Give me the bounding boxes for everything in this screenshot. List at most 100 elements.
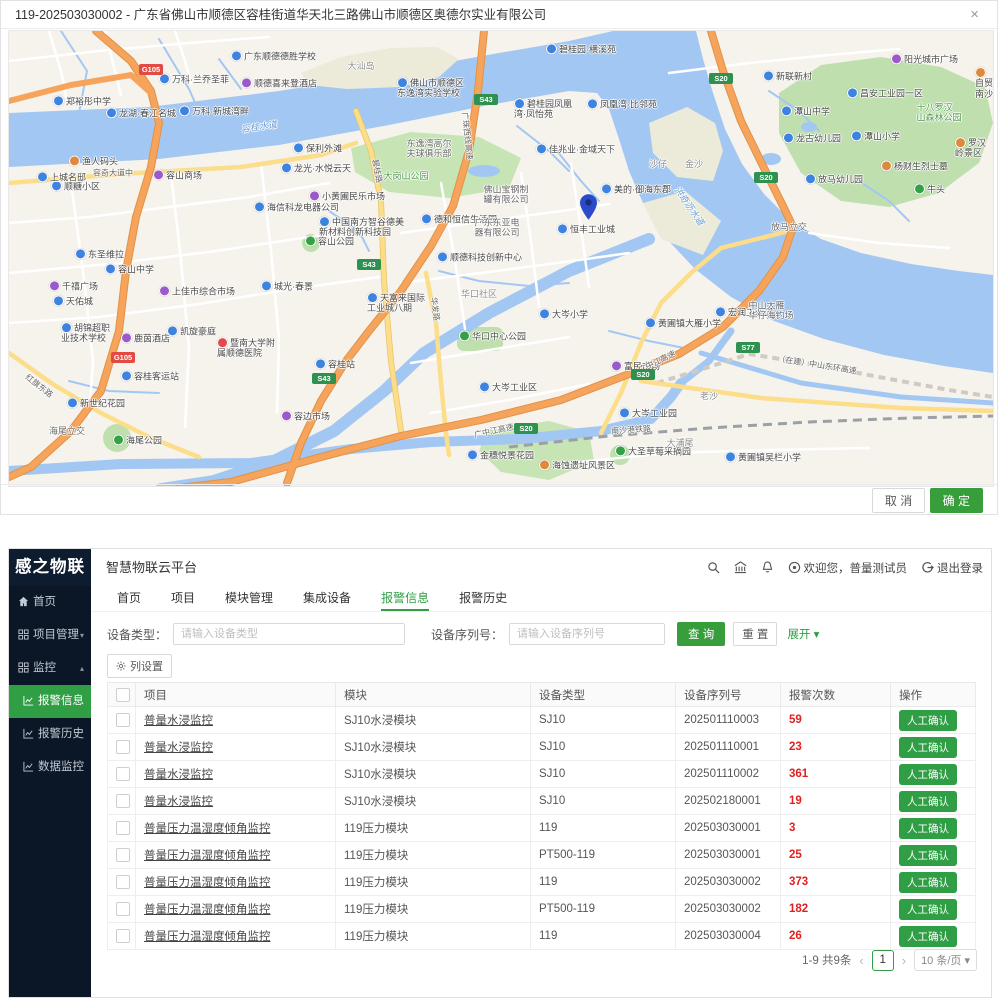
serial-input[interactable] [509,623,665,645]
map-label: 天佑城 [53,295,93,306]
project-link[interactable]: 普量水浸监控 [144,796,213,808]
tab-alarm-history[interactable]: 报警历史 [459,586,507,611]
organization-icon[interactable] [734,561,747,574]
chart-icon [23,761,34,772]
user-welcome[interactable]: 欢迎您，普量测试员 [788,560,908,576]
app-logo: 感之物联 [9,549,91,586]
manual-confirm-button[interactable]: 人工确认 [899,737,957,758]
map-canvas[interactable]: 郑裕彤中学顺糖小区龙湖·春江名城万科·兰乔圣菲广东顺德德胜学校顺德喜来登酒店万科… [8,30,994,487]
map-label: 容山中学 [105,263,154,274]
sidebar-item-home[interactable]: 首页 [9,586,91,619]
table-cell: SJ10 [531,734,676,761]
search-icon[interactable] [707,561,720,574]
map-label: 天富来国际 工业城八期 [367,292,425,314]
map-label: 龙湖·春江名城 [106,107,176,118]
reset-button[interactable]: 重 置 [733,622,777,646]
table-cell: 202502180001 [676,788,781,815]
map-label: 金穗悦景花园 [467,449,534,460]
road-shield: G105 [111,352,135,363]
map-label: 容桂客运站 [121,370,179,381]
device-type-input[interactable] [173,623,405,645]
project-link[interactable]: 普量压力温湿度倾角监控 [144,850,271,862]
project-link[interactable]: 普量水浸监控 [144,769,213,781]
project-link[interactable]: 普量压力温湿度倾角监控 [144,823,271,835]
logout-icon [921,561,934,574]
select-all-checkbox-cell [108,683,136,707]
sidebar-item-alarm-info[interactable]: 报警信息 [9,685,91,718]
tab-project[interactable]: 项目 [171,586,195,611]
row-checkbox[interactable] [116,740,130,754]
page-size-select[interactable]: 10 条/页 ▾ [914,949,977,971]
tab-module-management[interactable]: 模块管理 [225,586,273,611]
road-shield: S43 [357,259,381,270]
project-link[interactable]: 普量水浸监控 [144,715,213,727]
row-checkbox[interactable] [116,767,130,781]
manual-confirm-button[interactable]: 人工确认 [899,926,957,947]
cancel-button[interactable]: 取 消 [872,488,925,513]
row-checkbox[interactable] [116,821,130,835]
manual-confirm-button[interactable]: 人工确认 [899,845,957,866]
row-checkbox[interactable] [116,713,130,727]
table-cell: 202503030002 [676,869,781,896]
row-checkbox[interactable] [116,848,130,862]
manual-confirm-button[interactable]: 人工确认 [899,710,957,731]
table-cell: PT500-119 [531,896,676,923]
row-checkbox[interactable] [116,794,130,808]
col-project: 项目 [136,683,336,707]
serial-label: 设备序列号： [431,626,503,643]
manual-confirm-button[interactable]: 人工确认 [899,899,957,920]
map-label: 容边市场 [281,410,330,421]
next-page-icon[interactable]: › [902,953,906,968]
col-actions: 操作 [891,683,976,707]
manual-confirm-button[interactable]: 人工确认 [899,872,957,893]
confirm-button[interactable]: 确 定 [930,488,983,513]
project-link[interactable]: 普量压力温湿度倾角监控 [144,877,271,889]
map-label: 海蚀遗址风景区 [539,459,615,470]
table-cell: 202503030001 [676,815,781,842]
sidebar-item-data-monitor[interactable]: 数据监控 [9,751,91,784]
tab-home[interactable]: 首页 [117,586,141,611]
bell-icon[interactable] [761,561,774,574]
page-number-button[interactable]: 1 [872,950,894,971]
query-button[interactable]: 查 询 [677,622,725,646]
map-label: 恒丰工业城 [557,223,615,234]
expand-link[interactable]: 展开 ▾ [787,626,819,642]
manual-confirm-button[interactable]: 人工确认 [899,764,957,785]
select-all-checkbox[interactable] [116,688,130,702]
tab-integrated-devices[interactable]: 集成设备 [303,586,351,611]
sidebar-item-monitoring[interactable]: 监控▴ [9,652,91,685]
table-cell: 202501110001 [676,734,781,761]
map-label: 新联新村 [763,70,812,81]
map-label: 城光·春景 [261,280,313,291]
map-label: 阳光城市广场 [891,53,958,64]
table-header-row: 项目 模块 设备类型 设备序列号 报警次数 操作 [108,683,976,707]
project-link[interactable]: 普量水浸监控 [144,742,213,754]
prev-page-icon[interactable]: ‹ [859,953,863,968]
map-label: 昌安工业园一区 [847,87,923,98]
project-link[interactable]: 普量压力温湿度倾角监控 [144,931,271,943]
table-cell: 202503030004 [676,923,781,950]
manual-confirm-button[interactable]: 人工确认 [899,818,957,839]
row-checkbox[interactable] [116,929,130,943]
iot-platform-window: 感之物联 首页 项目管理▾ 监控▴ 报警信息 报警历史 数据监控 智慧物联云平台 [8,548,992,998]
close-icon[interactable]: × [970,6,979,24]
table-cell: 119 [531,923,676,950]
map-label: 十八罗汉 山森林公园 [916,103,961,124]
map-label: 佛山市顺德区 东逸湾实验学校 [397,77,464,99]
map-label: 金沙 [685,159,703,169]
project-link[interactable]: 普量压力温湿度倾角监控 [144,904,271,916]
table-row: 普量压力温湿度倾角监控119压力模块11920250303000426人工确认 [108,923,976,950]
manual-confirm-button[interactable]: 人工确认 [899,791,957,812]
logout-button[interactable]: 退出登录 [921,560,983,576]
row-checkbox[interactable] [116,902,130,916]
map-label: 容山商场 [153,169,202,180]
column-settings-button[interactable]: 列设置 [107,654,172,678]
map-label: 佳兆业·金域天下 [536,143,615,154]
alarm-count: 373 [781,869,891,896]
map-label: 牛头 [914,183,945,194]
tab-alarm-info[interactable]: 报警信息 [381,586,429,611]
chevron-up-icon: ▴ [80,652,84,685]
row-checkbox[interactable] [116,875,130,889]
sidebar-item-project-management[interactable]: 项目管理▾ [9,619,91,652]
sidebar-item-alarm-history[interactable]: 报警历史 [9,718,91,751]
